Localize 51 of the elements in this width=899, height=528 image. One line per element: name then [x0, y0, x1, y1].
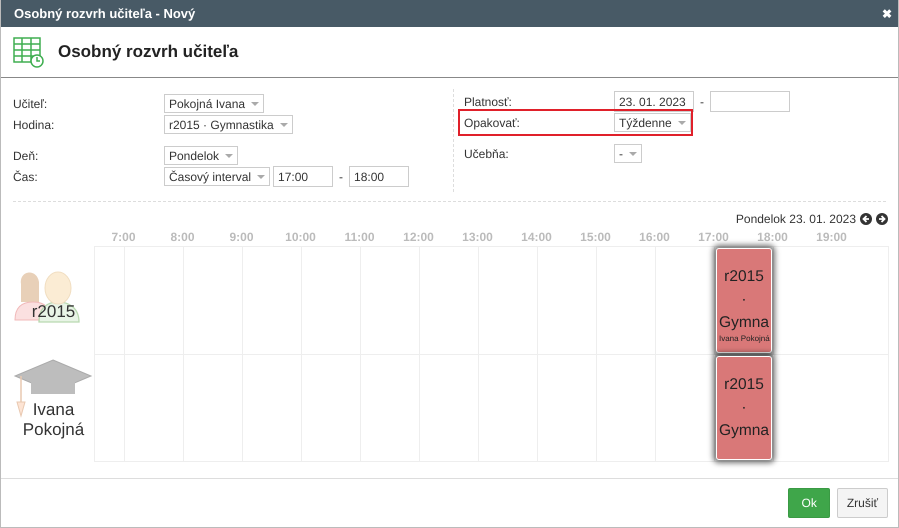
hour-label: 12:00	[402, 230, 435, 244]
timetable-icon	[13, 36, 44, 68]
row-label: Ivana Pokojná	[22, 400, 84, 440]
hour-label: 9:00	[228, 230, 255, 244]
hour-label: 11:00	[343, 230, 376, 244]
lesson-event[interactable]: r2015 · Gymna	[716, 356, 772, 460]
hour-label: 17:00	[697, 230, 730, 244]
dash-separator: -	[700, 94, 704, 108]
select-field[interactable]: Týždenne	[614, 113, 691, 132]
field-label: Hodina:	[13, 118, 56, 132]
caret-icon	[251, 102, 260, 106]
select-field[interactable]: Pondelok	[164, 146, 238, 165]
window-title: Osobný rozvrh učiteľa - Nový	[14, 6, 196, 21]
hour-label: 19:00	[815, 230, 848, 244]
hour-label: 8:00	[169, 230, 196, 244]
previous-icon[interactable]	[860, 213, 872, 225]
select-field[interactable]: Pokojná Ivana	[164, 94, 264, 113]
hour-label: 14:00	[520, 230, 553, 244]
hour-label: 7:00	[110, 230, 137, 244]
caret-icon	[225, 154, 234, 158]
field-label: Opakovať:	[464, 116, 521, 130]
date-field[interactable]	[710, 91, 790, 112]
lesson-event[interactable]: r2015 · Gymna Ivana Pokojná	[716, 248, 772, 353]
caret-icon	[629, 152, 637, 156]
dialog-heading: Osobný rozvrh učiteľa	[58, 42, 238, 62]
field-label: Učiteľ:	[13, 96, 48, 110]
date-field[interactable]: 23. 01. 2023	[614, 91, 694, 112]
field-label: Učebňa:	[464, 146, 510, 160]
hour-label: 15:00	[579, 230, 612, 244]
caret-icon	[280, 122, 288, 126]
select-field[interactable]: Časový interval	[164, 167, 270, 186]
hour-label: 13:00	[461, 230, 494, 244]
time-field[interactable]: 17:00	[273, 166, 334, 187]
caret-icon	[678, 120, 686, 124]
graduation-cap-icon	[13, 358, 93, 418]
next-icon[interactable]	[876, 213, 888, 225]
close-button[interactable]: ✖	[882, 6, 892, 20]
time-field[interactable]: 18:00	[349, 166, 410, 187]
caret-icon	[257, 174, 266, 178]
hour-label: 16:00	[638, 230, 671, 244]
field-label: Deň:	[13, 148, 40, 162]
cancel-button[interactable]: Zrušiť	[836, 488, 888, 518]
select-field[interactable]: r2015 · Gymnastika	[164, 115, 293, 134]
hour-label: 10:00	[284, 230, 317, 244]
field-label: Čas:	[13, 170, 39, 184]
row-label: r2015	[32, 302, 76, 322]
select-field[interactable]: -	[614, 144, 642, 163]
date-label: Pondelok 23. 01. 2023	[736, 212, 856, 226]
field-label: Platnosť:	[464, 94, 513, 108]
dash-separator: -	[339, 170, 344, 184]
hour-label: 18:00	[756, 230, 789, 244]
